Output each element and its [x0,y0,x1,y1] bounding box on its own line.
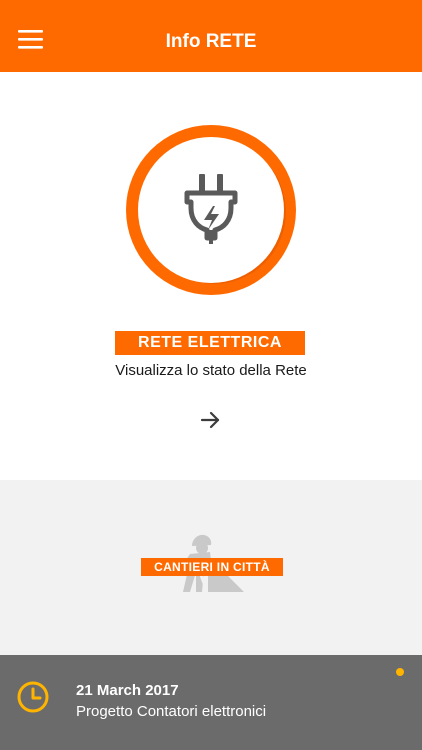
page-indicator-dot[interactable] [396,668,404,676]
news-date: 21 March 2017 [76,682,179,699]
clock-icon [16,680,50,714]
cantieri-label[interactable]: CANTIERI IN CITTÀ [141,558,283,576]
rete-elettrica-subtitle: Visualizza lo stato della Rete [115,362,307,379]
app-header: Info RETE [0,0,422,72]
cantieri-card[interactable]: CANTIERI IN CITTÀ [0,480,422,655]
rete-elettrica-label[interactable]: RETE ELETTRICA [115,331,305,355]
arrow-right-icon[interactable] [196,409,226,431]
news-banner[interactable]: 21 March 2017 Progetto Contatori elettro… [0,655,422,750]
hamburger-menu-icon[interactable] [13,26,49,56]
electric-plug-icon [126,125,296,295]
rete-elettrica-button[interactable] [125,124,297,296]
rete-elettrica-card: RETE ELETTRICA Visualizza lo stato della… [0,72,422,480]
news-title: Progetto Contatori elettronici [76,703,267,720]
